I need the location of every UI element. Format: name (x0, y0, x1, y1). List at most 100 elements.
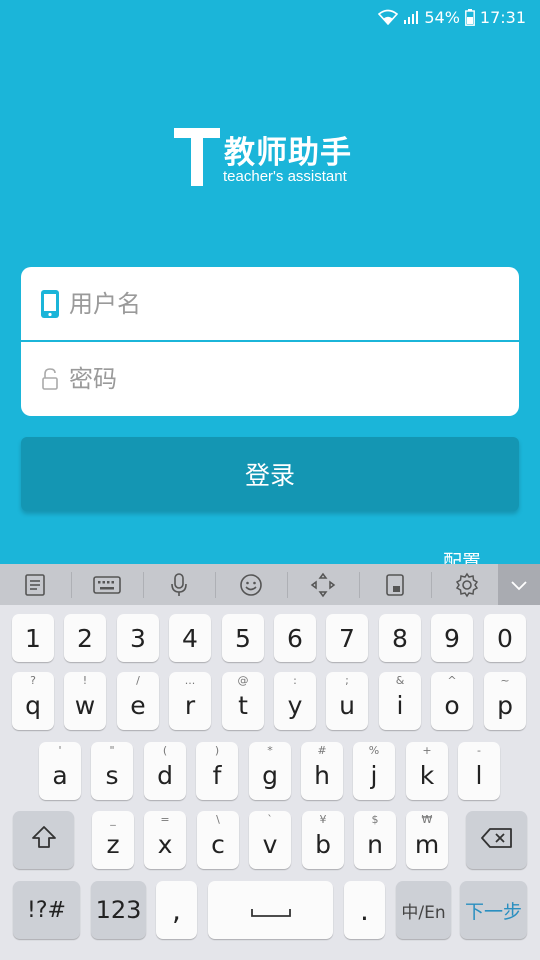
config-link[interactable]: 配置 (443, 548, 481, 564)
key-label: h (314, 760, 330, 790)
key-label: y (287, 690, 303, 720)
key-1[interactable]: 1 (12, 614, 54, 662)
shift-icon (31, 825, 57, 855)
key-label: m (414, 829, 440, 859)
key-y[interactable]: :y (274, 672, 316, 730)
login-button[interactable]: 登录 (21, 437, 519, 511)
comma-key[interactable]: , (156, 881, 197, 939)
key-z[interactable]: _ z (92, 811, 134, 869)
key-label: j (370, 760, 378, 790)
key-hint: - (477, 744, 481, 757)
settings-icon[interactable] (444, 564, 490, 605)
phone-icon (37, 289, 63, 319)
battery-icon (464, 8, 475, 26)
key-label: 9 (444, 623, 460, 653)
key-hint: & (395, 674, 405, 687)
key-b[interactable]: ¥ b (302, 811, 344, 869)
backspace-icon (480, 826, 514, 855)
key-label: 8 (392, 623, 408, 653)
key-label: r (184, 690, 196, 720)
key-label: x (157, 829, 173, 859)
key-j[interactable]: % j (353, 742, 395, 800)
space-icon (250, 896, 292, 925)
space-key[interactable] (208, 881, 333, 939)
key-8[interactable]: 8 (379, 614, 421, 662)
shift-key[interactable] (13, 811, 74, 869)
key-h[interactable]: # h (301, 742, 343, 800)
key-u[interactable]: ; u (326, 672, 368, 730)
key-label: 3 (130, 623, 146, 653)
key-q[interactable]: ? q (12, 672, 54, 730)
password-input[interactable] (67, 363, 491, 394)
key-x[interactable]: = x (144, 811, 186, 869)
key-e[interactable]: / e (117, 672, 159, 730)
microphone-icon[interactable] (156, 564, 202, 605)
toolbar-divider (143, 572, 144, 598)
key-hint: ` (267, 813, 273, 826)
key-7[interactable]: 7 (326, 614, 368, 662)
keyboard-layout-icon[interactable] (84, 564, 130, 605)
key-3[interactable]: 3 (117, 614, 159, 662)
key-s[interactable]: " s (91, 742, 133, 800)
key-hint: $ (371, 813, 379, 826)
key-hint: ... (184, 674, 196, 687)
logo-t-icon (174, 128, 220, 186)
cursor-move-icon[interactable] (300, 564, 346, 605)
key-hint: ; (345, 674, 349, 687)
key-m[interactable]: ₩ m (406, 811, 448, 869)
password-row (21, 342, 519, 415)
key-hint: / (136, 674, 140, 687)
app-title: 教师助手 (224, 135, 352, 171)
numbers-key[interactable]: 123 (91, 881, 146, 939)
key-label: u (339, 690, 355, 720)
key-r[interactable]: ... r (169, 672, 211, 730)
key-5[interactable]: 5 (222, 614, 264, 662)
symbols-key[interactable]: !?# (13, 881, 80, 939)
key-hint: # (317, 744, 327, 757)
key-hint: \ (216, 813, 220, 826)
key-hint: % (368, 744, 380, 757)
key-c[interactable]: \ c (197, 811, 239, 869)
key-hint: * (267, 744, 273, 757)
next-key[interactable]: 下一步 (460, 881, 527, 939)
battery-percent: 54% (424, 7, 460, 27)
key-d[interactable]: (d (144, 742, 186, 800)
key-g[interactable]: * g (249, 742, 291, 800)
key-4[interactable]: 4 (169, 614, 211, 662)
key-hint: ~ (500, 674, 510, 687)
key-i[interactable]: & i (379, 672, 421, 730)
key-l[interactable]: -l (458, 742, 500, 800)
key-label: 5 (235, 623, 251, 653)
key-k[interactable]: + k (406, 742, 448, 800)
one-handed-icon[interactable] (372, 564, 418, 605)
key-f[interactable]: ) f (196, 742, 238, 800)
key-t[interactable]: @ t (222, 672, 264, 730)
key-label: o (444, 690, 460, 720)
key-6[interactable]: 6 (274, 614, 316, 662)
key-label: t (238, 690, 248, 720)
key-label: 7 (339, 623, 355, 653)
key-hint: + (422, 744, 432, 757)
key-a[interactable]: ' a (39, 742, 81, 800)
key-0[interactable]: 0 (484, 614, 526, 662)
key-hint: ^ (447, 674, 457, 687)
key-label: b (315, 829, 331, 859)
username-input[interactable] (67, 288, 491, 319)
clipboard-icon[interactable] (12, 564, 58, 605)
emoji-icon[interactable] (228, 564, 274, 605)
status-bar: 54% 17:31 (0, 0, 540, 34)
key-o[interactable]: ^ o (431, 672, 473, 730)
key-2[interactable]: 2 (64, 614, 106, 662)
key-v[interactable]: ` v (249, 811, 291, 869)
language-key[interactable]: 中/En (396, 881, 451, 939)
chevron-down-icon[interactable] (498, 564, 540, 605)
key-n[interactable]: $ n (354, 811, 396, 869)
key-hint: " (109, 744, 115, 757)
key-w[interactable]: ! w (64, 672, 106, 730)
period-key[interactable]: . (344, 881, 385, 939)
key-hint: = (160, 813, 170, 826)
key-label: n (367, 829, 383, 859)
key-9[interactable]: 9 (431, 614, 473, 662)
key-p[interactable]: ~ p (484, 672, 526, 730)
backspace-key[interactable] (466, 811, 527, 869)
